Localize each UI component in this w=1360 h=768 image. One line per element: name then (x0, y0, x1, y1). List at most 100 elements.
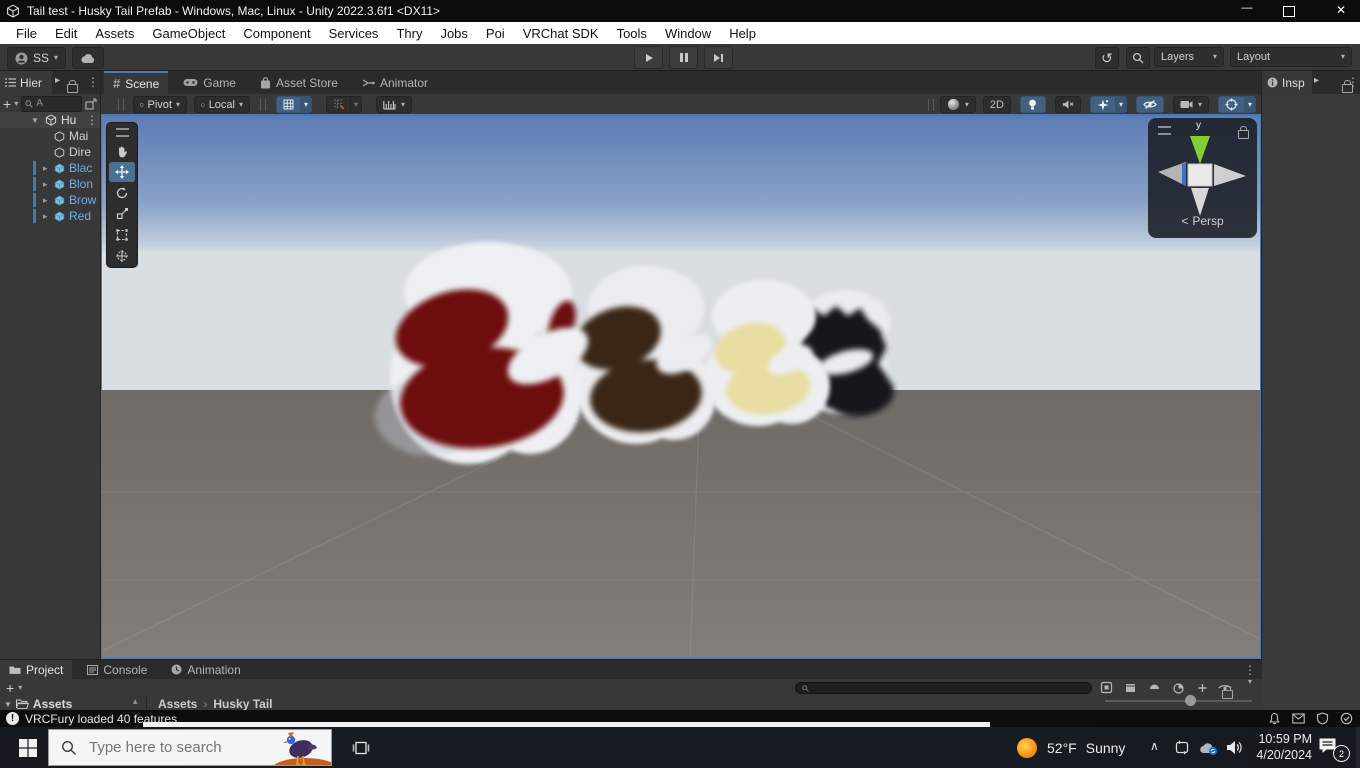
menu-item-help[interactable]: Help (721, 26, 764, 41)
task-view-button[interactable] (342, 727, 380, 768)
status-mail-icon[interactable] (1292, 713, 1305, 724)
tab-animator[interactable]: Animator (353, 71, 437, 94)
inspector-tab-scroll-arrow[interactable]: ▸ (1314, 75, 1319, 86)
maximize-button[interactable] (1283, 6, 1295, 17)
minimize-button[interactable]: — (1232, 2, 1262, 14)
tab-game[interactable]: Game (174, 71, 245, 94)
project-toolbar-icon-eye[interactable] (1218, 681, 1234, 694)
hierarchy-item-red[interactable]: ▸ Red (0, 208, 100, 224)
hierarchy-tab[interactable]: Hier (0, 71, 52, 94)
tab-console[interactable]: Console (78, 660, 156, 679)
project-search-input[interactable] (795, 682, 1092, 694)
grid-visibility-button[interactable] (276, 96, 300, 113)
breadcrumb-current[interactable]: Husky Tail (213, 697, 272, 710)
create-asset-caret-icon[interactable]: ▾ (18, 684, 22, 692)
project-menu-icon[interactable]: ⋮ (1244, 664, 1256, 676)
menu-item-tools[interactable]: Tools (609, 26, 655, 41)
hierarchy-tab-scroll-arrow[interactable]: ▸ (55, 75, 60, 86)
notification-center-button[interactable]: 2 (1318, 737, 1350, 762)
window-titlebar[interactable]: Tail test - Husky Tail Prefab - Windows,… (0, 0, 1360, 22)
view-tool-button[interactable] (109, 141, 135, 161)
camera-settings-dropdown[interactable]: ▾ (1172, 96, 1209, 113)
toolbar-drag-handle[interactable] (927, 98, 934, 111)
menu-item-window[interactable]: Window (657, 26, 719, 41)
close-button[interactable]: ✕ (1326, 3, 1356, 17)
inspector-tab[interactable]: Insp (1262, 71, 1312, 94)
expand-triangle-icon[interactable]: ▼ (31, 116, 39, 125)
project-assets-row[interactable]: ▼ Assets (0, 697, 145, 710)
add-object-caret-icon[interactable]: ▾ (14, 99, 18, 108)
menu-item-gameobject[interactable]: GameObject (144, 26, 233, 41)
project-toolbar-icon-package[interactable] (1124, 681, 1137, 694)
tray-snip-icon[interactable] (1174, 740, 1190, 755)
hierarchy-item-brown[interactable]: ▸ Brow (0, 192, 100, 208)
grid-snap-button[interactable] (326, 96, 351, 113)
dock-top-divider[interactable] (0, 659, 1262, 660)
hierarchy-scene-row[interactable]: ▼ Hu ⋮ (0, 112, 100, 128)
hierarchy-search-input[interactable]: A (21, 95, 82, 112)
effects-caret[interactable]: ▾ (1114, 96, 1127, 113)
tab-project[interactable]: Project (0, 660, 73, 679)
hidden-objects-button[interactable] (1135, 96, 1164, 113)
hierarchy-item-main-camera[interactable]: Mai (0, 128, 100, 144)
scene-viewport[interactable] (100, 116, 1262, 660)
snap-increment-dropdown[interactable]: ▾ (376, 96, 413, 113)
thumbnail-zoom-slider[interactable] (1105, 700, 1252, 702)
expand-arrow-icon[interactable]: ▸ (43, 195, 48, 206)
project-toolbar-icon-plus[interactable] (1196, 681, 1209, 694)
expand-arrow-icon[interactable]: ▸ (43, 211, 48, 222)
tab-animation[interactable]: Animation (162, 660, 249, 679)
pivot-dropdown[interactable]: Pivot ▾ (133, 96, 187, 113)
menu-item-services[interactable]: Services (321, 26, 387, 41)
grid-visibility-caret[interactable]: ▾ (300, 96, 313, 113)
step-button[interactable] (704, 46, 733, 69)
gizmos-toggle-button[interactable] (1217, 96, 1244, 113)
hierarchy-item-blonde[interactable]: ▸ Blon (0, 176, 100, 192)
hierarchy-lock-icon[interactable] (67, 80, 78, 93)
hierarchy-item-directional-light[interactable]: Dire (0, 144, 100, 160)
tray-onedrive-icon[interactable] (1198, 741, 1218, 755)
scene-audio-button[interactable] (1054, 96, 1081, 113)
status-shield-icon[interactable] (1316, 712, 1329, 725)
scene-row-menu-icon[interactable]: ⋮ (86, 114, 98, 126)
panel-divider[interactable] (1261, 71, 1262, 710)
play-button[interactable] (634, 46, 663, 69)
account-button[interactable]: SS ▾ (7, 47, 67, 69)
menu-item-jobs[interactable]: Jobs (432, 26, 475, 41)
projection-toggle[interactable]: < Persp (1148, 214, 1257, 228)
shading-mode-dropdown[interactable]: ▾ (939, 96, 976, 113)
project-toolbar-icon-pie[interactable] (1172, 681, 1185, 694)
menu-item-assets[interactable]: Assets (87, 26, 142, 41)
menu-item-component[interactable]: Component (235, 26, 318, 41)
scene-lighting-button[interactable] (1019, 96, 1046, 113)
layout-dropdown[interactable]: Layout ▾ (1230, 47, 1352, 67)
menu-item-edit[interactable]: Edit (47, 26, 85, 41)
toolbar-drag-handle[interactable] (260, 98, 266, 111)
status-bell-icon[interactable] (1268, 712, 1281, 725)
tab-asset-store[interactable]: Asset Store (251, 71, 347, 94)
project-toolbar-icon-select[interactable] (1100, 681, 1113, 694)
pause-button[interactable] (669, 46, 698, 69)
transform-tool-button[interactable] (109, 246, 135, 266)
expand-triangle-icon[interactable]: ▼ (4, 700, 12, 709)
add-object-button[interactable]: + (3, 96, 11, 112)
status-check-icon[interactable] (1340, 712, 1353, 725)
toolbar-drag-handle[interactable] (118, 98, 124, 111)
start-button[interactable] (8, 727, 48, 768)
tree-scroll-up-icon[interactable]: ▴ (133, 696, 138, 707)
gizmos-caret[interactable]: ▾ (1243, 96, 1256, 113)
create-asset-button[interactable]: + (6, 680, 14, 696)
expand-arrow-icon[interactable]: ▸ (43, 163, 48, 174)
tray-chevron-up-icon[interactable]: ∧ (1150, 739, 1159, 753)
weather-widget[interactable]: 52°F Sunny (1016, 727, 1125, 768)
search-button[interactable] (1126, 47, 1150, 69)
thumbnail-zoom-knob[interactable] (1185, 695, 1196, 706)
project-column-divider[interactable] (146, 697, 147, 710)
move-tool-button[interactable] (109, 162, 135, 182)
effects-button[interactable] (1089, 96, 1115, 113)
menu-item-poi[interactable]: Poi (478, 26, 513, 41)
menu-item-vrchat-sdk[interactable]: VRChat SDK (515, 26, 607, 41)
cloud-services-button[interactable] (72, 47, 104, 69)
picker-icon[interactable] (85, 97, 97, 110)
project-footer-caret-icon[interactable]: ▾ (1248, 678, 1252, 686)
